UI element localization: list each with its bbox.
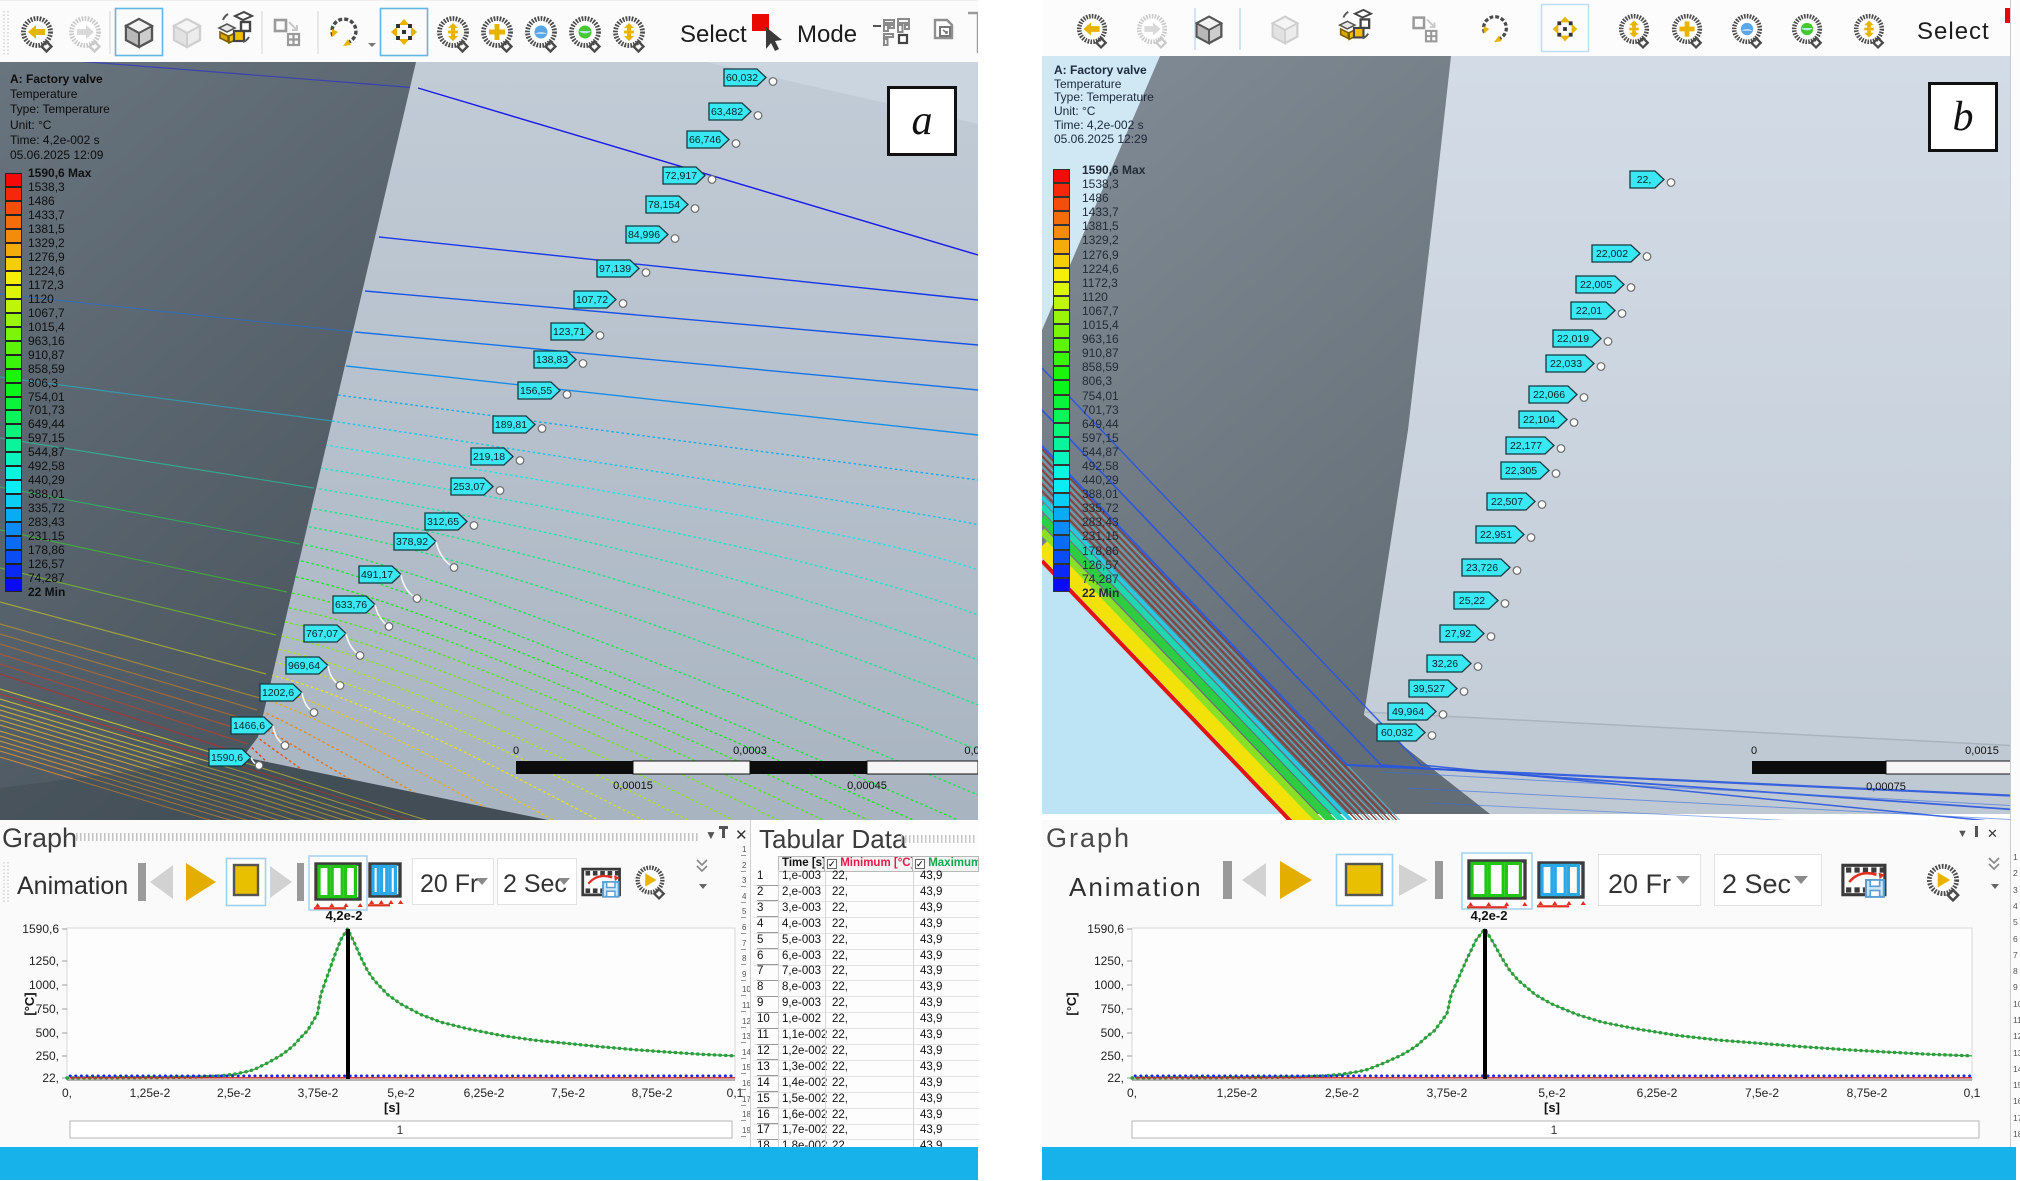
svg-text:1,25e-2: 1,25e-2 xyxy=(1217,1086,1258,1100)
svg-text:[s]: [s] xyxy=(384,1100,400,1115)
svg-text:1,25e-2: 1,25e-2 xyxy=(130,1086,171,1100)
svg-text:0,: 0, xyxy=(62,1086,72,1100)
svg-text:[°C]: [°C] xyxy=(22,992,37,1015)
svg-text:1590,6: 1590,6 xyxy=(22,922,59,936)
svg-text:22,: 22, xyxy=(42,1071,59,1085)
svg-text:1250,: 1250, xyxy=(1094,954,1124,968)
svg-text:4,2e-2: 4,2e-2 xyxy=(1471,908,1508,923)
svg-text:6,25e-2: 6,25e-2 xyxy=(1637,1086,1678,1100)
svg-text:1000,: 1000, xyxy=(29,978,59,992)
svg-text:0,: 0, xyxy=(1127,1086,1137,1100)
svg-text:1590,6: 1590,6 xyxy=(1087,922,1124,936)
svg-text:750,: 750, xyxy=(36,1002,59,1016)
svg-text:750,: 750, xyxy=(1101,1002,1124,1016)
svg-text:4,2e-2: 4,2e-2 xyxy=(326,908,363,923)
svg-text:7,5e-2: 7,5e-2 xyxy=(551,1086,585,1100)
svg-text:1: 1 xyxy=(397,1123,404,1137)
svg-text:8,75e-2: 8,75e-2 xyxy=(632,1086,673,1100)
svg-text:[°C]: [°C] xyxy=(1064,992,1079,1015)
svg-text:1000,: 1000, xyxy=(1094,978,1124,992)
svg-text:1: 1 xyxy=(1551,1123,1558,1137)
svg-text:500,: 500, xyxy=(1101,1026,1124,1040)
svg-text:250,: 250, xyxy=(1101,1049,1124,1063)
svg-text:0,1: 0,1 xyxy=(1964,1086,1981,1100)
svg-text:8,75e-2: 8,75e-2 xyxy=(1847,1086,1888,1100)
svg-text:7,5e-2: 7,5e-2 xyxy=(1745,1086,1779,1100)
svg-text:[s]: [s] xyxy=(1544,1100,1560,1115)
svg-text:1250,: 1250, xyxy=(29,954,59,968)
svg-text:500,: 500, xyxy=(36,1026,59,1040)
svg-text:2,5e-2: 2,5e-2 xyxy=(1325,1086,1359,1100)
svg-text:3,75e-2: 3,75e-2 xyxy=(1427,1086,1468,1100)
svg-text:22,: 22, xyxy=(1107,1071,1124,1085)
svg-text:3,75e-2: 3,75e-2 xyxy=(298,1086,339,1100)
svg-text:5,e-2: 5,e-2 xyxy=(1538,1086,1566,1100)
svg-text:5,e-2: 5,e-2 xyxy=(387,1086,415,1100)
svg-text:2,5e-2: 2,5e-2 xyxy=(217,1086,251,1100)
svg-text:6,25e-2: 6,25e-2 xyxy=(464,1086,505,1100)
svg-text:250,: 250, xyxy=(36,1049,59,1063)
